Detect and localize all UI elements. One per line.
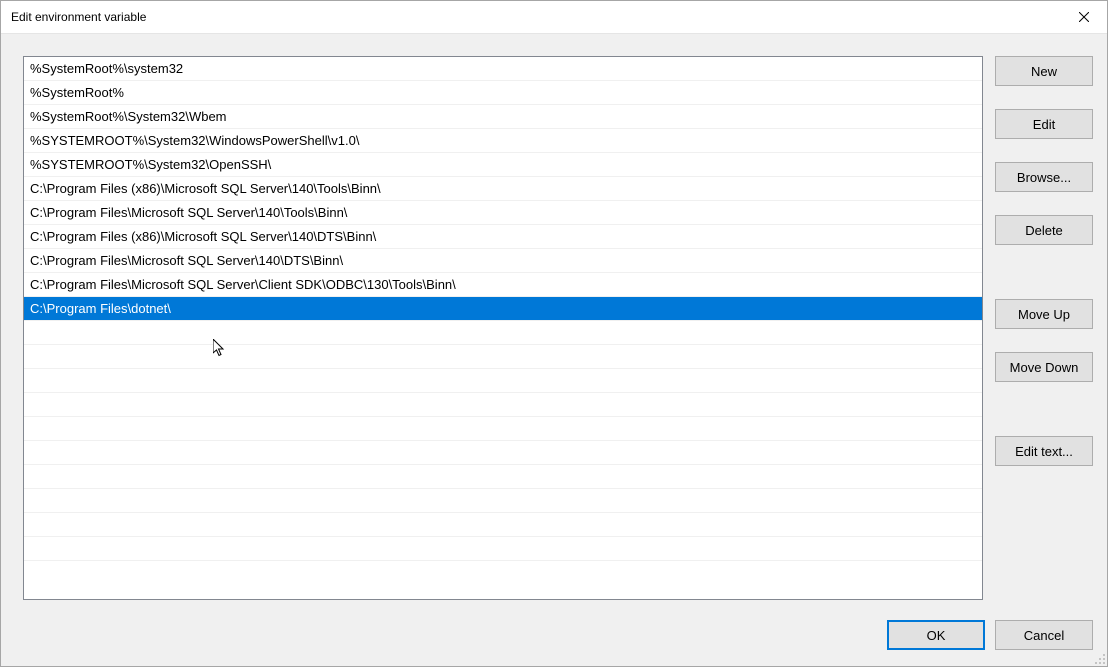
new-button[interactable]: New	[995, 56, 1093, 86]
spacer	[995, 251, 1093, 293]
list-item[interactable]	[24, 513, 982, 537]
list-item[interactable]: %SystemRoot%\system32	[24, 57, 982, 81]
list-item[interactable]: C:\Program Files\Microsoft SQL Server\Cl…	[24, 273, 982, 297]
move-up-button[interactable]: Move Up	[995, 299, 1093, 329]
list-item[interactable]	[24, 369, 982, 393]
button-column: New Edit Browse... Delete Move Up Move D…	[995, 56, 1093, 600]
dialog-content: %SystemRoot%\system32%SystemRoot%%System…	[1, 34, 1107, 666]
spacer	[995, 388, 1093, 430]
list-item[interactable]	[24, 393, 982, 417]
list-item[interactable]	[24, 417, 982, 441]
list-item[interactable]: C:\Program Files (x86)\Microsoft SQL Ser…	[24, 225, 982, 249]
list-item[interactable]: C:\Program Files\dotnet\	[24, 297, 982, 321]
spacer	[995, 145, 1093, 156]
ok-button[interactable]: OK	[887, 620, 985, 650]
list-item[interactable]	[24, 321, 982, 345]
browse-button[interactable]: Browse...	[995, 162, 1093, 192]
close-button[interactable]	[1061, 1, 1107, 33]
list-item[interactable]: C:\Program Files (x86)\Microsoft SQL Ser…	[24, 177, 982, 201]
spacer	[995, 198, 1093, 209]
cancel-button[interactable]: Cancel	[995, 620, 1093, 650]
list-item[interactable]: %SystemRoot%	[24, 81, 982, 105]
list-item[interactable]: C:\Program Files\Microsoft SQL Server\14…	[24, 249, 982, 273]
close-icon	[1079, 12, 1089, 22]
list-item[interactable]	[24, 537, 982, 561]
list-item[interactable]	[24, 345, 982, 369]
edit-button[interactable]: Edit	[995, 109, 1093, 139]
path-listbox[interactable]: %SystemRoot%\system32%SystemRoot%%System…	[23, 56, 983, 600]
list-item[interactable]: %SYSTEMROOT%\System32\WindowsPowerShell\…	[24, 129, 982, 153]
dialog-footer: OK Cancel	[23, 600, 1093, 652]
list-item[interactable]	[24, 441, 982, 465]
spacer	[995, 335, 1093, 346]
move-down-button[interactable]: Move Down	[995, 352, 1093, 382]
list-item[interactable]: C:\Program Files\Microsoft SQL Server\14…	[24, 201, 982, 225]
dialog-window: Edit environment variable %SystemRoot%\s…	[0, 0, 1108, 667]
list-item[interactable]: %SYSTEMROOT%\System32\OpenSSH\	[24, 153, 982, 177]
list-item[interactable]: %SystemRoot%\System32\Wbem	[24, 105, 982, 129]
list-item[interactable]	[24, 489, 982, 513]
window-title: Edit environment variable	[11, 10, 146, 24]
edit-text-button[interactable]: Edit text...	[995, 436, 1093, 466]
delete-button[interactable]: Delete	[995, 215, 1093, 245]
list-item[interactable]	[24, 465, 982, 489]
titlebar: Edit environment variable	[1, 1, 1107, 34]
main-area: %SystemRoot%\system32%SystemRoot%%System…	[23, 56, 1093, 600]
spacer	[995, 92, 1093, 103]
